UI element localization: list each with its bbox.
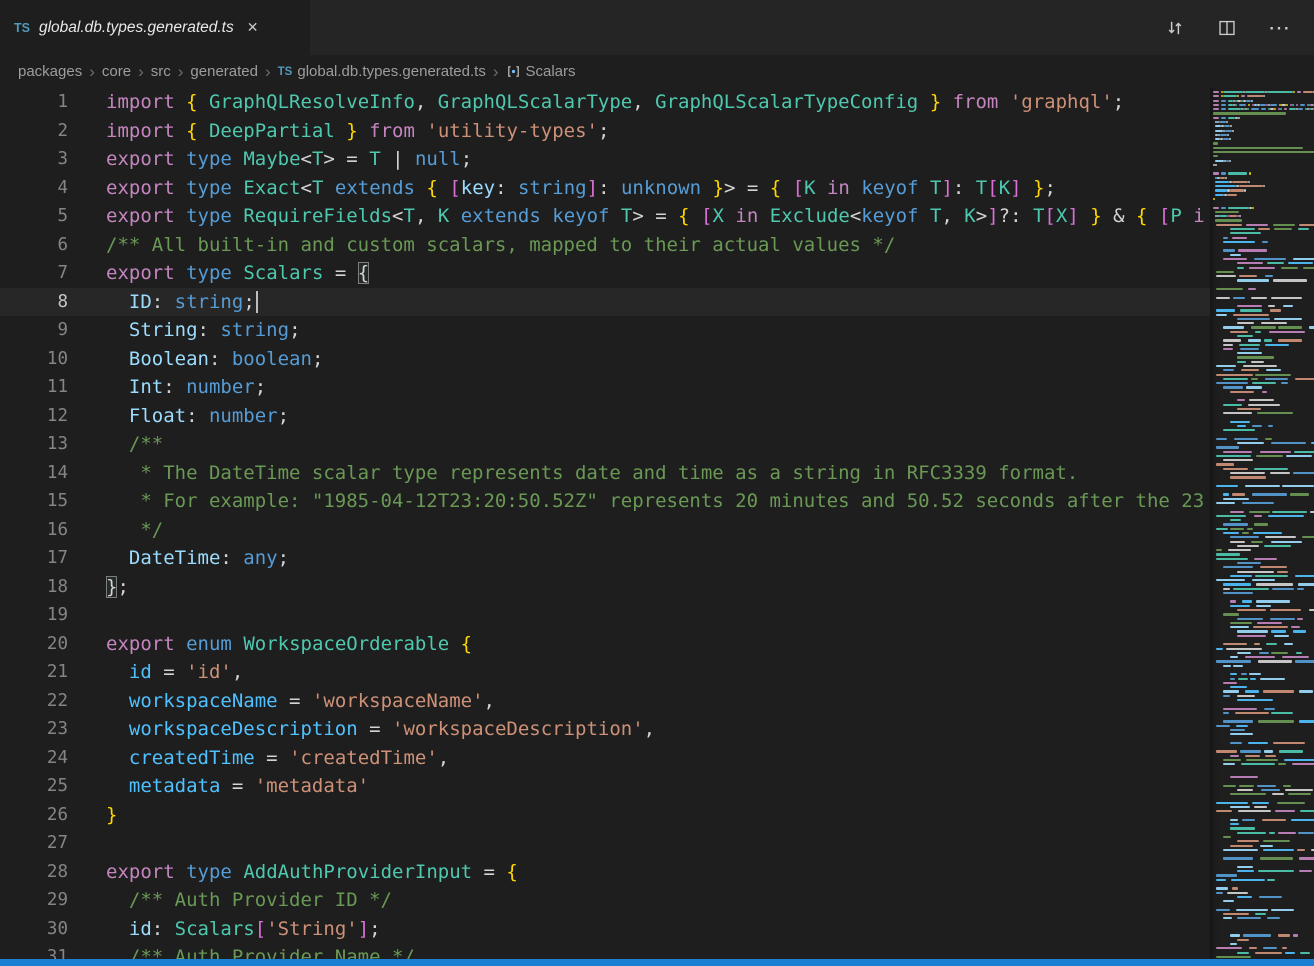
breadcrumb-item-packages[interactable]: packages [18, 63, 82, 80]
line-number-3[interactable]: 3 [0, 145, 68, 174]
line-number-20[interactable]: 20 [0, 630, 68, 659]
tab-bar: TS global.db.types.generated.ts ✕ ⋯ [0, 0, 1314, 55]
line-number-19[interactable]: 19 [0, 601, 68, 630]
code-line-4[interactable]: 4export type Exact<T extends { [key: str… [0, 174, 1210, 203]
code-line-1[interactable]: 1import { GraphQLResolveInfo, GraphQLSca… [0, 88, 1210, 117]
code-line-26[interactable]: 26} [0, 801, 1210, 830]
breadcrumb-item-generated[interactable]: generated [190, 63, 258, 80]
code-line-10[interactable]: 10 Boolean: boolean; [0, 345, 1210, 374]
code-line-20[interactable]: 20export enum WorkspaceOrderable { [0, 630, 1210, 659]
code-line-30[interactable]: 30 id: Scalars['String']; [0, 915, 1210, 944]
code-line-2[interactable]: 2import { DeepPartial } from 'utility-ty… [0, 117, 1210, 146]
breadcrumb-label: core [102, 63, 131, 80]
line-number-28[interactable]: 28 [0, 858, 68, 887]
code-line-8[interactable]: 8 ID: string; [0, 288, 1210, 317]
line-number-27[interactable]: 27 [0, 829, 68, 858]
line-number-24[interactable]: 24 [0, 744, 68, 773]
line-number-31[interactable]: 31 [0, 943, 68, 959]
chevron-right-icon: › [178, 64, 184, 79]
breadcrumb: packages › core › src › generated › TS global.db.… [0, 55, 1314, 88]
open-changes-icon[interactable] [1164, 17, 1186, 39]
typescript-file-icon: TS [278, 66, 293, 78]
line-number-6[interactable]: 6 [0, 231, 68, 260]
code-line-22[interactable]: 22 workspaceName = 'workspaceName', [0, 687, 1210, 716]
line-number-2[interactable]: 2 [0, 117, 68, 146]
line-number-26[interactable]: 26 [0, 801, 68, 830]
line-number-16[interactable]: 16 [0, 516, 68, 545]
code-line-21[interactable]: 21 id = 'id', [0, 658, 1210, 687]
code-line-18[interactable]: 18}; [0, 573, 1210, 602]
line-number-22[interactable]: 22 [0, 687, 68, 716]
split-editor-icon[interactable] [1216, 17, 1238, 39]
code-line-17[interactable]: 17 DateTime: any; [0, 544, 1210, 573]
editor[interactable]: 1import { GraphQLResolveInfo, GraphQLSca… [0, 88, 1314, 959]
close-icon[interactable]: ✕ [247, 19, 259, 36]
line-number-21[interactable]: 21 [0, 658, 68, 687]
code-line-16[interactable]: 16 */ [0, 516, 1210, 545]
code-line-14[interactable]: 14 * The DateTime scalar type represents… [0, 459, 1210, 488]
line-number-7[interactable]: 7 [0, 259, 68, 288]
breadcrumb-label: src [151, 63, 171, 80]
code-line-3[interactable]: 3export type Maybe<T> = T | null; [0, 145, 1210, 174]
tab-global-db-types-generated[interactable]: TS global.db.types.generated.ts ✕ [0, 0, 310, 55]
symbol-type-icon [506, 64, 521, 79]
more-actions-icon[interactable]: ⋯ [1268, 17, 1290, 39]
line-number-4[interactable]: 4 [0, 174, 68, 203]
line-number-25[interactable]: 25 [0, 772, 68, 801]
minimap[interactable] [1210, 88, 1314, 959]
code-line-7[interactable]: 7export type Scalars = { [0, 259, 1210, 288]
breadcrumb-label: generated [190, 63, 258, 80]
line-number-8[interactable]: 8 [0, 288, 68, 317]
vscode-window: TS global.db.types.generated.ts ✕ ⋯ pack… [0, 0, 1314, 966]
code-line-9[interactable]: 9 String: string; [0, 316, 1210, 345]
line-number-13[interactable]: 13 [0, 430, 68, 459]
code-line-23[interactable]: 23 workspaceDescription = 'workspaceDesc… [0, 715, 1210, 744]
code-line-15[interactable]: 15 * For example: "1985-04-12T23:20:50.5… [0, 487, 1210, 516]
editor-actions: ⋯ [1164, 0, 1314, 55]
breadcrumb-item-global-db-types-generated-ts[interactable]: TS global.db.types.generated.ts [278, 63, 486, 80]
code-line-19[interactable]: 19 [0, 601, 1210, 630]
line-number-12[interactable]: 12 [0, 402, 68, 431]
typescript-file-icon: TS [14, 21, 30, 35]
line-number-29[interactable]: 29 [0, 886, 68, 915]
line-number-14[interactable]: 14 [0, 459, 68, 488]
breadcrumb-item-core[interactable]: core [102, 63, 131, 80]
breadcrumb-label: Scalars [526, 63, 576, 80]
code-line-11[interactable]: 11 Int: number; [0, 373, 1210, 402]
line-number-5[interactable]: 5 [0, 202, 68, 231]
breadcrumb-label: packages [18, 63, 82, 80]
code-line-24[interactable]: 24 createdTime = 'createdTime', [0, 744, 1210, 773]
chevron-right-icon: › [493, 64, 499, 79]
code-line-13[interactable]: 13 /** [0, 430, 1210, 459]
code-line-6[interactable]: 6/** All built-in and custom scalars, ma… [0, 231, 1210, 260]
code-line-27[interactable]: 27 [0, 829, 1210, 858]
code-line-12[interactable]: 12 Float: number; [0, 402, 1210, 431]
code-line-31[interactable]: 31 /** Auth Provider Name */ [0, 943, 1210, 959]
breadcrumb-label: global.db.types.generated.ts [297, 63, 485, 80]
chevron-right-icon: › [89, 64, 95, 79]
line-number-9[interactable]: 9 [0, 316, 68, 345]
line-number-18[interactable]: 18 [0, 573, 68, 602]
line-number-10[interactable]: 10 [0, 345, 68, 374]
breadcrumb-item-src[interactable]: src [151, 63, 171, 80]
code-pane[interactable]: 1import { GraphQLResolveInfo, GraphQLSca… [0, 88, 1210, 959]
code-line-25[interactable]: 25 metadata = 'metadata' [0, 772, 1210, 801]
code-line-29[interactable]: 29 /** Auth Provider ID */ [0, 886, 1210, 915]
line-number-23[interactable]: 23 [0, 715, 68, 744]
tab-title: global.db.types.generated.ts [39, 19, 234, 37]
breadcrumb-item-scalars[interactable]: Scalars [506, 63, 576, 80]
line-number-15[interactable]: 15 [0, 487, 68, 516]
status-bar-strip [0, 959, 1314, 966]
chevron-right-icon: › [265, 64, 271, 79]
code-line-5[interactable]: 5export type RequireFields<T, K extends … [0, 202, 1210, 231]
code-line-28[interactable]: 28export type AddAuthProviderInput = { [0, 858, 1210, 887]
line-number-17[interactable]: 17 [0, 544, 68, 573]
chevron-right-icon: › [138, 64, 144, 79]
text-cursor [256, 291, 258, 313]
line-number-11[interactable]: 11 [0, 373, 68, 402]
line-number-30[interactable]: 30 [0, 915, 68, 944]
line-number-1[interactable]: 1 [0, 88, 68, 117]
